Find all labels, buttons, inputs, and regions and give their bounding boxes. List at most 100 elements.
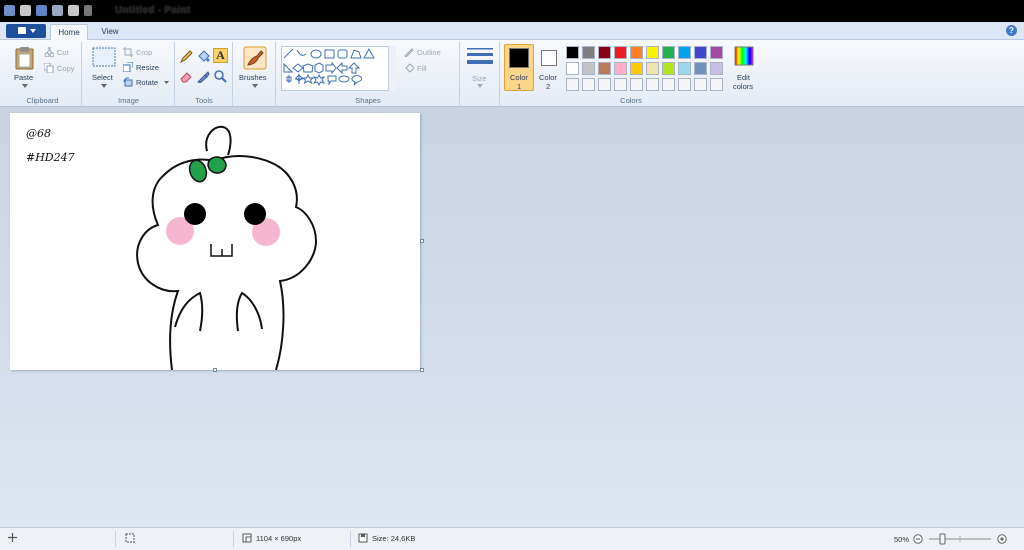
color-picker-icon[interactable] bbox=[197, 70, 210, 83]
shapes-scrollbar[interactable] bbox=[388, 46, 396, 91]
palette-swatch[interactable] bbox=[614, 78, 627, 91]
size-icon[interactable] bbox=[467, 47, 493, 69]
brushes-label[interactable]: Brushes bbox=[239, 73, 267, 82]
ribbon: Paste Cut Copy Clipboard Select Crop Res… bbox=[0, 40, 1024, 107]
drawing-canvas[interactable]: @68 #HD247 bbox=[10, 113, 420, 370]
palette-swatch[interactable] bbox=[598, 46, 611, 59]
crop-button[interactable]: Crop bbox=[136, 48, 152, 57]
resize-icon bbox=[123, 62, 133, 72]
fill-button[interactable]: Fill bbox=[417, 64, 427, 73]
image-dimensions-text: 1104 × 690px bbox=[256, 533, 302, 543]
palette-swatch[interactable] bbox=[598, 62, 611, 75]
palette-swatch[interactable] bbox=[566, 62, 579, 75]
tab-view[interactable]: View bbox=[92, 24, 128, 40]
paste-label[interactable]: Paste bbox=[14, 73, 33, 82]
outline-button[interactable]: Outline bbox=[417, 48, 441, 57]
edit-colors-label[interactable]: Edit bbox=[737, 73, 750, 82]
shapes-gallery-icons[interactable] bbox=[283, 48, 389, 90]
image-group-label: Image bbox=[118, 96, 139, 105]
palette-swatch[interactable] bbox=[678, 62, 691, 75]
palette-swatch[interactable] bbox=[662, 62, 675, 75]
quick-access-toolbar bbox=[4, 5, 92, 16]
palette-swatch[interactable] bbox=[646, 78, 659, 91]
palette-swatch[interactable] bbox=[582, 46, 595, 59]
select-icon[interactable] bbox=[92, 47, 116, 67]
zoom-level: 50% bbox=[894, 534, 910, 544]
paste-icon[interactable] bbox=[14, 46, 36, 70]
palette-swatch[interactable] bbox=[630, 46, 643, 59]
fill-bucket-icon[interactable] bbox=[197, 50, 210, 63]
palette-swatch[interactable] bbox=[710, 62, 723, 75]
rotate-button[interactable]: Rotate bbox=[136, 78, 158, 87]
palette-swatch[interactable] bbox=[662, 78, 675, 91]
chevron-down-icon[interactable] bbox=[22, 84, 28, 88]
zoom-slider[interactable] bbox=[927, 533, 993, 545]
redo-icon[interactable] bbox=[52, 5, 63, 16]
size-label[interactable]: Size bbox=[472, 74, 487, 83]
brushes-group: Brushes bbox=[234, 42, 276, 106]
resize-button[interactable]: Resize bbox=[136, 63, 159, 72]
help-icon[interactable]: ? bbox=[1006, 25, 1017, 36]
palette-swatch[interactable] bbox=[694, 78, 707, 91]
tab-home[interactable]: Home bbox=[50, 24, 88, 40]
palette-swatch[interactable] bbox=[566, 78, 579, 91]
palette-swatch[interactable] bbox=[630, 78, 643, 91]
copy-button[interactable]: Copy bbox=[57, 64, 75, 73]
magnifier-icon[interactable] bbox=[214, 70, 227, 83]
palette-swatch[interactable] bbox=[646, 62, 659, 75]
image-dimensions: 1104 × 690px bbox=[242, 533, 301, 543]
shapes-group-label: Shapes bbox=[355, 96, 381, 105]
selection-size bbox=[125, 533, 135, 543]
selection-icon bbox=[125, 533, 135, 543]
palette-swatch[interactable] bbox=[582, 62, 595, 75]
cut-button[interactable]: Cut bbox=[57, 48, 69, 57]
tools-group-label: Tools bbox=[195, 96, 213, 105]
edit-colors-label-2[interactable]: colors bbox=[733, 82, 753, 91]
color2-number[interactable]: 2 bbox=[546, 82, 550, 91]
chevron-down-icon[interactable] bbox=[84, 5, 92, 16]
palette-swatch[interactable] bbox=[694, 62, 707, 75]
status-separator bbox=[350, 531, 351, 547]
pencil-icon[interactable] bbox=[180, 50, 193, 63]
palette-swatch[interactable] bbox=[582, 78, 595, 91]
status-separator bbox=[115, 531, 116, 547]
canvas-resize-handle-corner[interactable] bbox=[420, 368, 424, 372]
palette-swatch[interactable] bbox=[710, 46, 723, 59]
chevron-down-icon[interactable] bbox=[164, 81, 169, 85]
palette-swatch[interactable] bbox=[630, 62, 643, 75]
chevron-down-icon[interactable] bbox=[252, 84, 258, 88]
text-tool-icon[interactable]: A bbox=[213, 48, 228, 63]
colors-group-label: Colors bbox=[620, 96, 642, 105]
canvas-resize-handle-bottom[interactable] bbox=[213, 368, 217, 372]
eraser-icon[interactable] bbox=[180, 70, 193, 83]
palette-swatch[interactable] bbox=[710, 78, 723, 91]
palette-swatch[interactable] bbox=[646, 46, 659, 59]
brush-icon[interactable] bbox=[243, 46, 267, 70]
paint-menu-button[interactable] bbox=[6, 24, 46, 38]
select-label[interactable]: Select bbox=[92, 73, 113, 82]
color2-swatch[interactable] bbox=[541, 50, 557, 66]
canvas-workspace[interactable]: @68 #HD247 bbox=[0, 107, 1024, 527]
zoom-in-icon[interactable] bbox=[997, 534, 1007, 544]
palette-swatch[interactable] bbox=[614, 46, 627, 59]
color2-label[interactable]: Color bbox=[539, 73, 557, 82]
status-separator bbox=[233, 531, 234, 547]
zoom-controls: 50% bbox=[894, 533, 1007, 545]
clipboard-group-label: Clipboard bbox=[26, 96, 59, 105]
save-icon[interactable] bbox=[20, 5, 31, 16]
palette-swatch[interactable] bbox=[678, 78, 691, 91]
chevron-down-icon[interactable] bbox=[477, 84, 483, 88]
palette-swatch[interactable] bbox=[598, 78, 611, 91]
chevron-down-icon[interactable] bbox=[101, 84, 107, 88]
palette-swatch[interactable] bbox=[566, 46, 579, 59]
customize-qat-icon[interactable] bbox=[68, 5, 79, 16]
rotate-icon bbox=[123, 77, 133, 87]
palette-swatch[interactable] bbox=[614, 62, 627, 75]
canvas-resize-handle-right[interactable] bbox=[420, 239, 424, 243]
palette-swatch[interactable] bbox=[678, 46, 691, 59]
undo-icon[interactable] bbox=[36, 5, 47, 16]
palette-swatch[interactable] bbox=[662, 46, 675, 59]
palette-swatch[interactable] bbox=[694, 46, 707, 59]
zoom-out-icon[interactable] bbox=[913, 534, 923, 544]
edit-colors-icon[interactable] bbox=[734, 46, 754, 66]
